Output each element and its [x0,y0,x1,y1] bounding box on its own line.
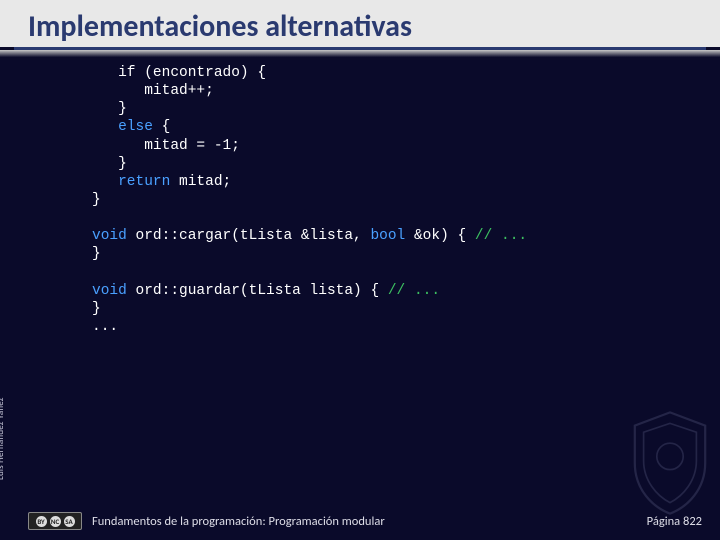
code-line: void ord::guardar(tLista lista) { // ... [92,283,440,299]
footer-left: BY NC SA Fundamentos de la programación:… [28,512,385,530]
footer-text: Fundamentos de la programación: Programa… [92,514,385,529]
comment: // ... [388,283,440,299]
code-line: ... [92,319,118,335]
page-title: Implementaciones alternativas [0,0,720,47]
author-credit: Luis Hernández Yáñez [0,397,6,480]
keyword-else: else [118,119,153,135]
code-line: void ord::cargar(tLista &lista, bool &ok… [92,228,527,244]
keyword-void: void [92,228,127,244]
code-line: mitad = -1; [92,138,240,154]
title-fade [0,50,720,58]
code-block: if (encontrado) { mitad++; } else { mita… [0,58,720,336]
code-line: if (encontrado) { [92,65,266,81]
comment: // ... [475,228,527,244]
code-line: } [92,192,101,208]
footer: BY NC SA Fundamentos de la programación:… [0,502,720,540]
cc-license-badge: BY NC SA [28,512,82,530]
code-line: else { [92,119,170,135]
code-line: } [92,101,127,117]
code-line: } [92,301,101,317]
code-line: mitad++; [92,83,214,99]
code-line: return mitad; [92,174,231,190]
keyword-return: return [118,174,170,190]
code-line: } [92,246,101,262]
page-number: Página 822 [647,514,702,529]
cc-sa-icon: SA [64,516,75,527]
code-line: } [92,156,127,172]
cc-by-icon: BY [36,516,47,527]
slide: Implementaciones alternativas if (encont… [0,0,720,540]
keyword-bool: bool [370,228,405,244]
keyword-void: void [92,283,127,299]
cc-nc-icon: NC [50,516,61,527]
